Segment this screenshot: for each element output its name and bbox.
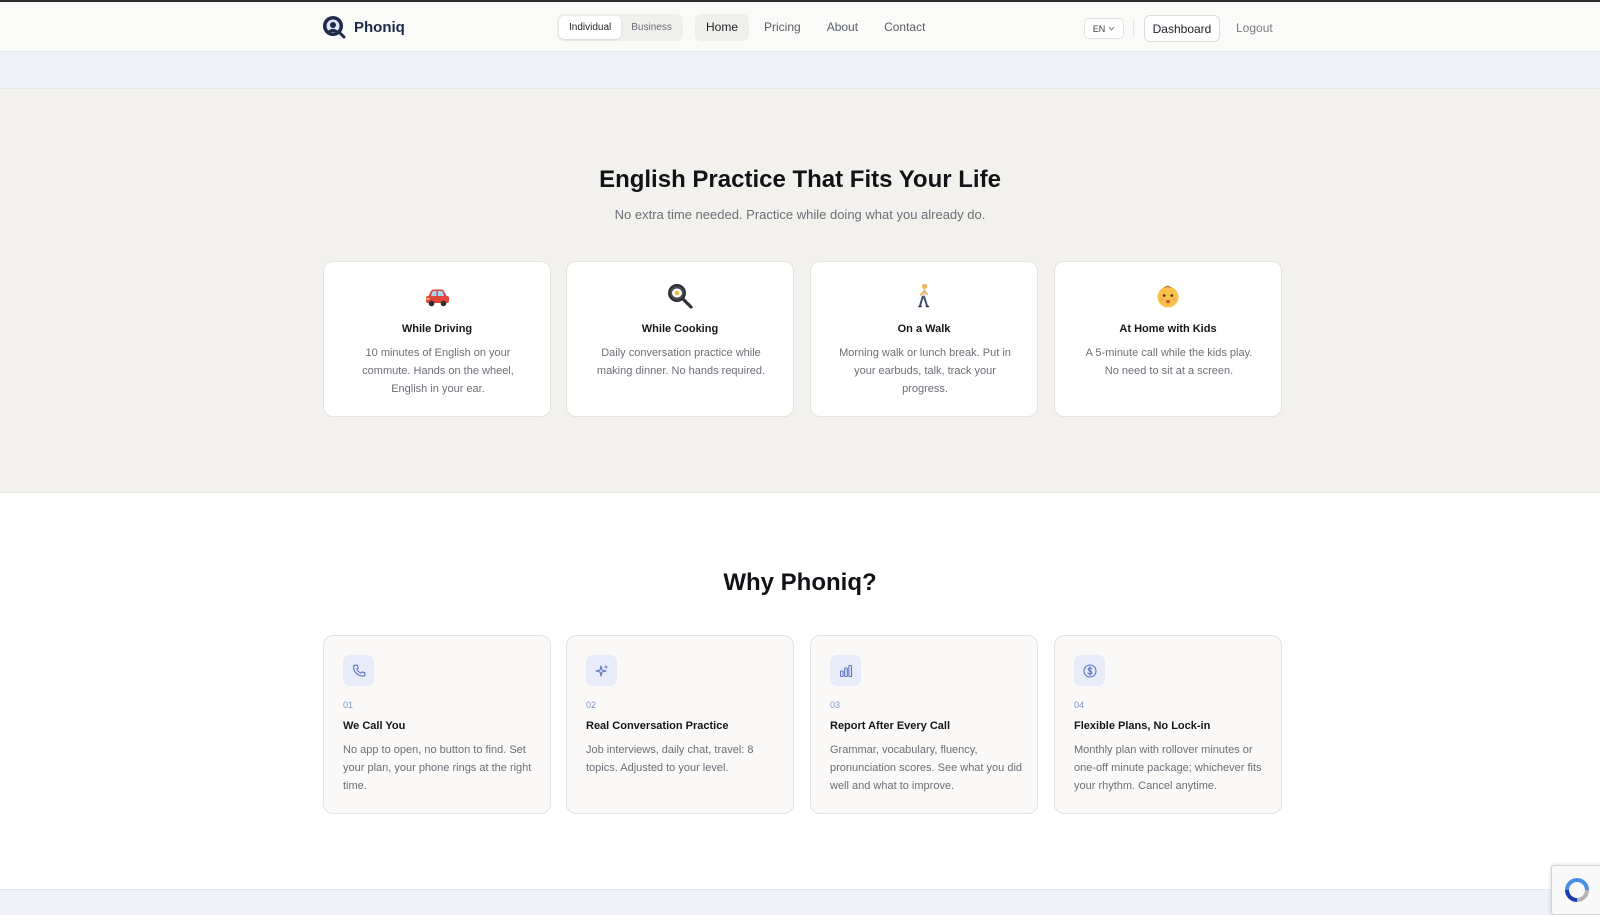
- why-card-title: Report After Every Call: [830, 720, 951, 732]
- dashboard-button[interactable]: Dashboard: [1144, 15, 1220, 42]
- why-section-title: Why Phoniq?: [723, 569, 877, 596]
- fits-your-life-section: English Practice That Fits Your Life No …: [0, 89, 1600, 493]
- fit-card-title: While Cooking: [641, 323, 719, 335]
- recaptcha-badge[interactable]: [1551, 865, 1600, 915]
- nav-about[interactable]: About: [816, 14, 869, 41]
- bar-chart-icon: [830, 655, 861, 686]
- next-section-strip: [0, 889, 1600, 915]
- why-card-flexible-plans: 04 Flexible Plans, No Lock-in Monthly pl…: [1054, 635, 1282, 814]
- fit-card-desc: A 5-minute call while the kids play. No …: [1085, 347, 1253, 377]
- why-card-desc: Grammar, vocabulary, fluency, pronunciat…: [830, 744, 1023, 792]
- walking-person-icon: [811, 282, 1037, 310]
- fit-card-desc: 10 minutes of English on your commute. H…: [362, 347, 514, 395]
- fit-card-driving: While Driving 10 minutes of English on y…: [323, 261, 551, 417]
- fit-card-title: On a Walk: [897, 323, 951, 335]
- why-card-number: 02: [586, 700, 597, 710]
- phoniq-logo-icon: [323, 16, 346, 39]
- logout-link[interactable]: Logout: [1236, 15, 1273, 42]
- why-card-title: Real Conversation Practice: [586, 720, 729, 732]
- fit-card-desc: Daily conversation practice while making…: [596, 347, 766, 377]
- nav-contact[interactable]: Contact: [873, 14, 936, 41]
- fit-card-kids: At Home with Kids A 5-minute call while …: [1054, 261, 1282, 417]
- recaptcha-icon: [1565, 878, 1589, 902]
- top-navbar: Phoniq Individual Business Home Pricing …: [0, 2, 1600, 52]
- segment-individual[interactable]: Individual: [559, 16, 622, 39]
- baby-face-icon: [1055, 282, 1281, 310]
- brand-logo[interactable]: Phoniq: [322, 15, 405, 39]
- why-card-desc: Job interviews, daily chat, travel: 8 to…: [586, 744, 754, 774]
- language-value: EN: [1092, 23, 1106, 34]
- nav-pricing[interactable]: Pricing: [753, 14, 812, 41]
- nav-home[interactable]: Home: [695, 14, 750, 41]
- announcement-strip: [0, 52, 1600, 89]
- fit-card-desc: Morning walk or lunch break. Put in your…: [839, 347, 1011, 395]
- dollar-circle-icon: [1074, 655, 1105, 686]
- fit-card-title: While Driving: [401, 323, 473, 335]
- why-card-desc: Monthly plan with rollover minutes or on…: [1074, 744, 1262, 792]
- sparkles-icon: [586, 655, 617, 686]
- language-select[interactable]: EN: [1084, 18, 1124, 39]
- why-card-title: We Call You: [343, 720, 406, 732]
- fits-section-subtitle: No extra time needed. Practice while doi…: [614, 207, 986, 222]
- fit-card-walk: On a Walk Morning walk or lunch break. P…: [810, 261, 1038, 417]
- segment-business[interactable]: Business: [621, 16, 682, 39]
- why-card-desc: No app to open, no button to find. Set y…: [343, 744, 532, 792]
- brand-name: Phoniq: [354, 18, 405, 36]
- why-card-number: 03: [830, 700, 841, 710]
- fit-card-cooking: While Cooking Daily conversation practic…: [566, 261, 794, 417]
- main-nav: Home Pricing About Contact: [695, 14, 936, 41]
- why-card-number: 04: [1074, 700, 1085, 710]
- why-card-title: Flexible Plans, No Lock-in: [1074, 720, 1211, 732]
- fits-section-title: English Practice That Fits Your Life: [599, 166, 1001, 193]
- fit-card-title: At Home with Kids: [1119, 323, 1217, 335]
- why-card-report: 03 Report After Every Call Grammar, voca…: [810, 635, 1038, 814]
- audience-toggle: Individual Business: [557, 14, 683, 41]
- chevron-down-icon: [1108, 26, 1115, 31]
- why-card-we-call-you: 01 We Call You No app to open, no button…: [323, 635, 551, 814]
- phone-icon: [343, 655, 374, 686]
- cooking-pan-icon: [567, 282, 793, 310]
- why-card-number: 01: [343, 700, 354, 710]
- why-card-real-conversation: 02 Real Conversation Practice Job interv…: [566, 635, 794, 814]
- car-icon: [324, 282, 550, 310]
- nav-divider: [1133, 20, 1134, 37]
